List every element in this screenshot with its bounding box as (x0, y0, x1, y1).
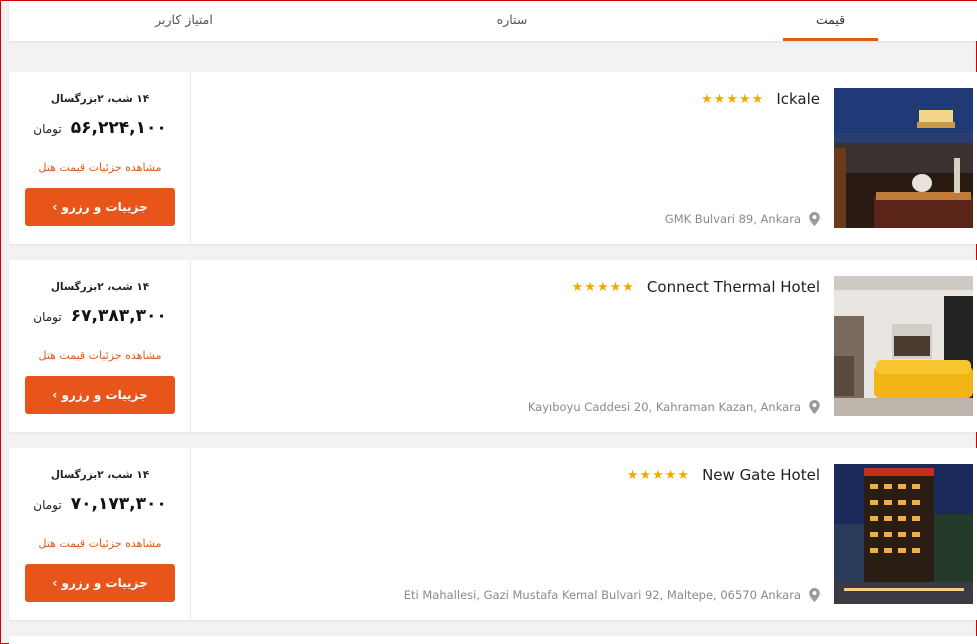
price-column: ۱۴ شب، ۲بزرگسال ۷۰,۱۷۳,۳۰۰ تومان مشاهده … (9, 448, 191, 620)
hotel-name[interactable]: Connect Thermal Hotel (647, 278, 820, 296)
nights-guests: ۱۴ شب، ۲بزرگسال (50, 281, 150, 293)
price: ۷۰,۱۷۳,۳۰۰ تومان (9, 494, 191, 514)
location-pin-icon (809, 400, 820, 414)
hotel-card (9, 636, 977, 644)
location-pin-icon (809, 212, 820, 226)
price: ۵۶,۲۲۴,۱۰۰ تومان (9, 118, 191, 138)
hotel-address: GMK Bulvari 89, Ankara (664, 212, 801, 226)
details-and-book-button[interactable]: جزییات و رزرو › (25, 564, 175, 602)
price-column: ۱۴ شب، ۲بزرگسال ۶۷,۳۸۳,۳۰۰ تومان مشاهده … (9, 260, 191, 432)
price-currency: تومان (33, 310, 62, 324)
hotel-address: Kayıboyu Caddesi 20, Kahraman Kazan, Ank… (527, 400, 801, 414)
sort-tabs: امتیاز کاربر ستاره قیمت (9, 1, 977, 41)
hotel-card: ۱۴ شب، ۲بزرگسال ۵۶,۲۲۴,۱۰۰ تومان مشاهده … (9, 72, 977, 244)
star-rating: ★★★★★ (701, 91, 765, 107)
tab-user-rating[interactable]: امتیاز کاربر (129, 1, 239, 41)
hotel-name[interactable]: New Gate Hotel (702, 466, 820, 484)
hotel-info: ★★★★★ Ickale GMK Bulvari 89, Ankara (191, 72, 836, 244)
hotel-info: ★★★★★ New Gate Hotel Eti Mahallesi, Gazi… (191, 448, 836, 620)
price-amount: ۵۶,۲۲۴,۱۰۰ (70, 118, 167, 138)
star-rating: ★★★★★ (571, 279, 635, 295)
hotel-info: ★★★★★ Connect Thermal Hotel Kayıboyu Cad… (191, 260, 836, 432)
hotel-address: Eti Mahallesi, Gazi Mustafa Kemal Bulvar… (403, 588, 801, 602)
price: ۶۷,۳۸۳,۳۰۰ تومان (9, 306, 191, 326)
hotel-card: ۱۴ شب، ۲بزرگسال ۷۰,۱۷۳,۳۰۰ تومان مشاهده … (9, 448, 977, 620)
nights-guests: ۱۴ شب، ۲بزرگسال (50, 93, 150, 105)
hotel-photo[interactable] (834, 88, 973, 228)
hotel-photo[interactable] (834, 276, 973, 416)
price-column: ۱۴ شب، ۲بزرگسال ۵۶,۲۲۴,۱۰۰ تومان مشاهده … (9, 72, 191, 244)
location-pin-icon (809, 588, 820, 602)
details-and-book-button[interactable]: جزییات و رزرو › (25, 188, 175, 226)
details-and-book-button[interactable]: جزییات و رزرو › (25, 376, 175, 414)
hotel-photo[interactable] (834, 464, 973, 604)
hotel-name[interactable]: Ickale (776, 90, 820, 108)
price-amount: ۶۷,۳۸۳,۳۰۰ (70, 306, 167, 326)
price-currency: تومان (33, 122, 62, 136)
price-details-link[interactable]: مشاهده جزئیات قیمت هتل (9, 537, 191, 550)
hotel-card: ۱۴ شب، ۲بزرگسال ۶۷,۳۸۳,۳۰۰ تومان مشاهده … (9, 260, 977, 432)
tab-price[interactable]: قیمت (783, 1, 878, 41)
star-rating: ★★★★★ (626, 467, 691, 483)
tab-stars[interactable]: ستاره (457, 1, 567, 41)
price-amount: ۷۰,۱۷۳,۳۰۰ (70, 494, 167, 514)
nights-guests: ۱۴ شب، ۲بزرگسال (50, 469, 150, 481)
price-details-link[interactable]: مشاهده جزئیات قیمت هتل (9, 161, 191, 174)
price-currency: تومان (33, 498, 62, 512)
price-details-link[interactable]: مشاهده جزئیات قیمت هتل (9, 349, 191, 362)
